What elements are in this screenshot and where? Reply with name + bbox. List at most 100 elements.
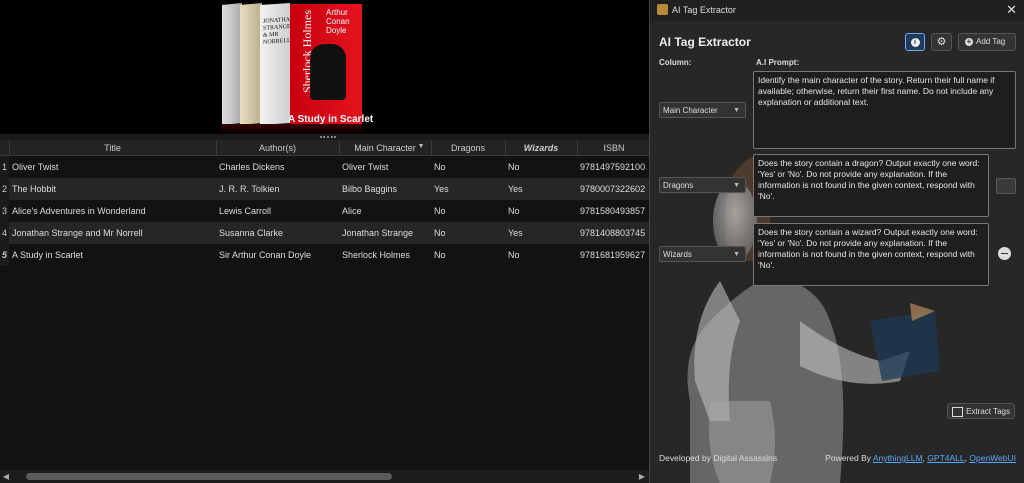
column-header-isbn[interactable]: ISBN [577, 140, 652, 156]
column-header-main-character[interactable]: Main Character ▼ [339, 140, 432, 156]
cell-wizards[interactable]: Yes [505, 178, 577, 200]
cell-isbn[interactable]: 9781408803745 [577, 222, 651, 244]
window-titlebar[interactable]: AI Tag Extractor ✕ [650, 0, 1024, 21]
scroll-right-icon[interactable]: ▶ [637, 471, 647, 482]
cell-dragons[interactable]: No [431, 155, 505, 178]
extract-tags-button[interactable]: Extract Tags [947, 403, 1015, 419]
book-cover-1 [222, 2, 242, 126]
table-row[interactable]: 1 Oliver Twist Charles Dickens Oliver Tw… [0, 155, 651, 178]
row-number[interactable]: 4 [0, 222, 9, 244]
chevron-down-icon: ▼ [733, 251, 740, 258]
cell-author[interactable]: Charles Dickens [216, 155, 339, 178]
sherlock-silhouette-icon [310, 44, 346, 100]
column-label: Column: [659, 58, 692, 67]
cell-main-character[interactable]: Bilbo Baggins [339, 178, 431, 200]
tag-prompt-input-3[interactable]: Does the story contain a wizard? Output … [753, 223, 989, 286]
gear-icon: ⚙ [936, 36, 947, 48]
row-header-corner[interactable] [0, 140, 10, 156]
cell-wizards[interactable]: No [505, 155, 577, 178]
cell-wizards[interactable]: No [505, 244, 577, 266]
cell-wizards[interactable]: No [505, 200, 577, 222]
powered-by-label: Powered By [825, 453, 872, 463]
info-icon: i [910, 37, 920, 47]
column-header-wizards[interactable]: Wizards [505, 140, 578, 156]
cell-isbn[interactable]: 9781681959627 [577, 244, 651, 266]
app-icon [657, 4, 668, 15]
cell-isbn[interactable]: 9780007322602 [577, 178, 651, 200]
column-header-main-character-label: Main Character [354, 142, 416, 153]
cell-author[interactable]: J. R. R. Tolkien [216, 178, 339, 200]
cell-dragons[interactable]: No [431, 200, 505, 222]
tag-column-value-3: Wizards [663, 250, 692, 259]
cell-dragons[interactable]: No [431, 222, 505, 244]
cell-main-character[interactable]: Jonathan Strange [339, 222, 431, 244]
table-row[interactable]: 2 The Hobbit J. R. R. Tolkien Bilbo Bagg… [0, 178, 651, 200]
horizontal-scrollbar[interactable]: ◀ ▶ [0, 470, 649, 483]
cell-title[interactable]: Jonathan Strange and Mr Norrell [9, 222, 216, 244]
cell-author[interactable]: Susanna Clarke [216, 222, 339, 244]
cell-main-character[interactable]: Sherlock Holmes [339, 244, 431, 266]
row-number[interactable]: 5 [0, 244, 9, 266]
powered-by: Powered By AnythingLLM, GPT4ALL, OpenWeb… [825, 453, 1016, 463]
tag-column-value-2: Dragons [663, 181, 694, 190]
book-cover-selected: Sherlock Holmes Arthur Conan Doyle [290, 4, 362, 124]
cell-dragons[interactable]: Yes [431, 178, 505, 200]
cell-author[interactable]: Sir Arthur Conan Doyle [216, 244, 339, 266]
cell-isbn[interactable]: 9781497592100 [577, 155, 651, 178]
row-number[interactable]: 2 [0, 178, 9, 200]
cell-author[interactable]: Lewis Carroll [216, 200, 339, 222]
cover-caption: A Study in Scarlet [288, 114, 374, 125]
close-icon[interactable]: ✕ [1006, 2, 1017, 18]
tag-row-control-2[interactable] [996, 178, 1016, 194]
tag-column-select-3[interactable]: Wizards ▼ [659, 246, 746, 262]
window-title: AI Tag Extractor [672, 5, 736, 15]
tag-prompt-input-2[interactable]: Does the story contain a dragon? Output … [753, 154, 989, 217]
link-openwebui[interactable]: OpenWebUI [969, 453, 1016, 463]
column-header-authors[interactable]: Author(s) [216, 140, 340, 156]
settings-button[interactable]: ⚙ [931, 33, 952, 51]
remove-tag-icon[interactable] [998, 247, 1011, 260]
link-anythingllm[interactable]: AnythingLLM [873, 453, 923, 463]
chevron-down-icon: ▼ [733, 107, 740, 114]
cell-dragons[interactable]: No [431, 244, 505, 266]
tag-column-value-1: Main Character [663, 106, 718, 115]
chevron-down-icon: ▼ [733, 182, 740, 189]
row-number[interactable]: 1 [0, 155, 9, 178]
cover-preview: JONATHAN STRANGE & MR NORRELL Sherlock H… [0, 0, 649, 134]
cell-isbn[interactable]: 9781580493857 [577, 200, 651, 222]
table-row[interactable]: 4 Jonathan Strange and Mr Norrell Susann… [0, 222, 651, 244]
link-separator: , [964, 453, 967, 463]
table-row[interactable]: 3 Alice's Adventures in Wonderland Lewis… [0, 200, 651, 222]
book-cover-author: Arthur Conan Doyle [326, 8, 350, 35]
extract-tags-label: Extract Tags [966, 407, 1010, 416]
row-number[interactable]: 3 [0, 200, 9, 222]
add-tag-button[interactable]: + Add Tag [958, 33, 1016, 51]
books-table: Title Author(s) Main Character ▼ Dragons … [0, 140, 652, 266]
ai-tag-extractor-dialog: AI Tag Extractor ✕ AI Tag Extractor i ⚙ … [649, 0, 1024, 483]
cell-main-character[interactable]: Alice [339, 200, 431, 222]
cell-title[interactable]: A Study in Scarlet [9, 244, 216, 266]
column-header-title[interactable]: Title [9, 140, 217, 156]
sort-down-icon: ▼ [417, 143, 425, 150]
tag-column-select-2[interactable]: Dragons ▼ [659, 177, 746, 193]
book-cover-3: JONATHAN STRANGE & MR NORRELL [260, 2, 295, 126]
book-cover-2 [240, 3, 262, 125]
tag-prompt-input-1[interactable]: Identify the main character of the story… [753, 71, 1016, 149]
info-button[interactable]: i [905, 33, 925, 51]
plus-circle-icon: + [965, 37, 973, 46]
cell-wizards[interactable]: Yes [505, 222, 577, 244]
scrollbar-thumb[interactable] [26, 473, 392, 480]
cell-main-character[interactable]: Oliver Twist [339, 155, 431, 178]
link-separator: , [922, 453, 925, 463]
scroll-left-icon[interactable]: ◀ [1, 471, 11, 482]
link-gpt4all[interactable]: GPT4ALL [927, 453, 964, 463]
prompt-label: A.I Prompt: [756, 58, 800, 67]
cell-title[interactable]: The Hobbit [9, 178, 216, 200]
export-icon [952, 407, 963, 417]
table-row[interactable]: 5 A Study in Scarlet Sir Arthur Conan Do… [0, 244, 651, 266]
tag-column-select-1[interactable]: Main Character ▼ [659, 102, 746, 118]
book-cover-3-text: JONATHAN STRANGE & MR NORRELL [263, 16, 295, 46]
cell-title[interactable]: Oliver Twist [9, 155, 216, 178]
column-header-dragons[interactable]: Dragons [431, 140, 506, 156]
cell-title[interactable]: Alice's Adventures in Wonderland [9, 200, 216, 222]
